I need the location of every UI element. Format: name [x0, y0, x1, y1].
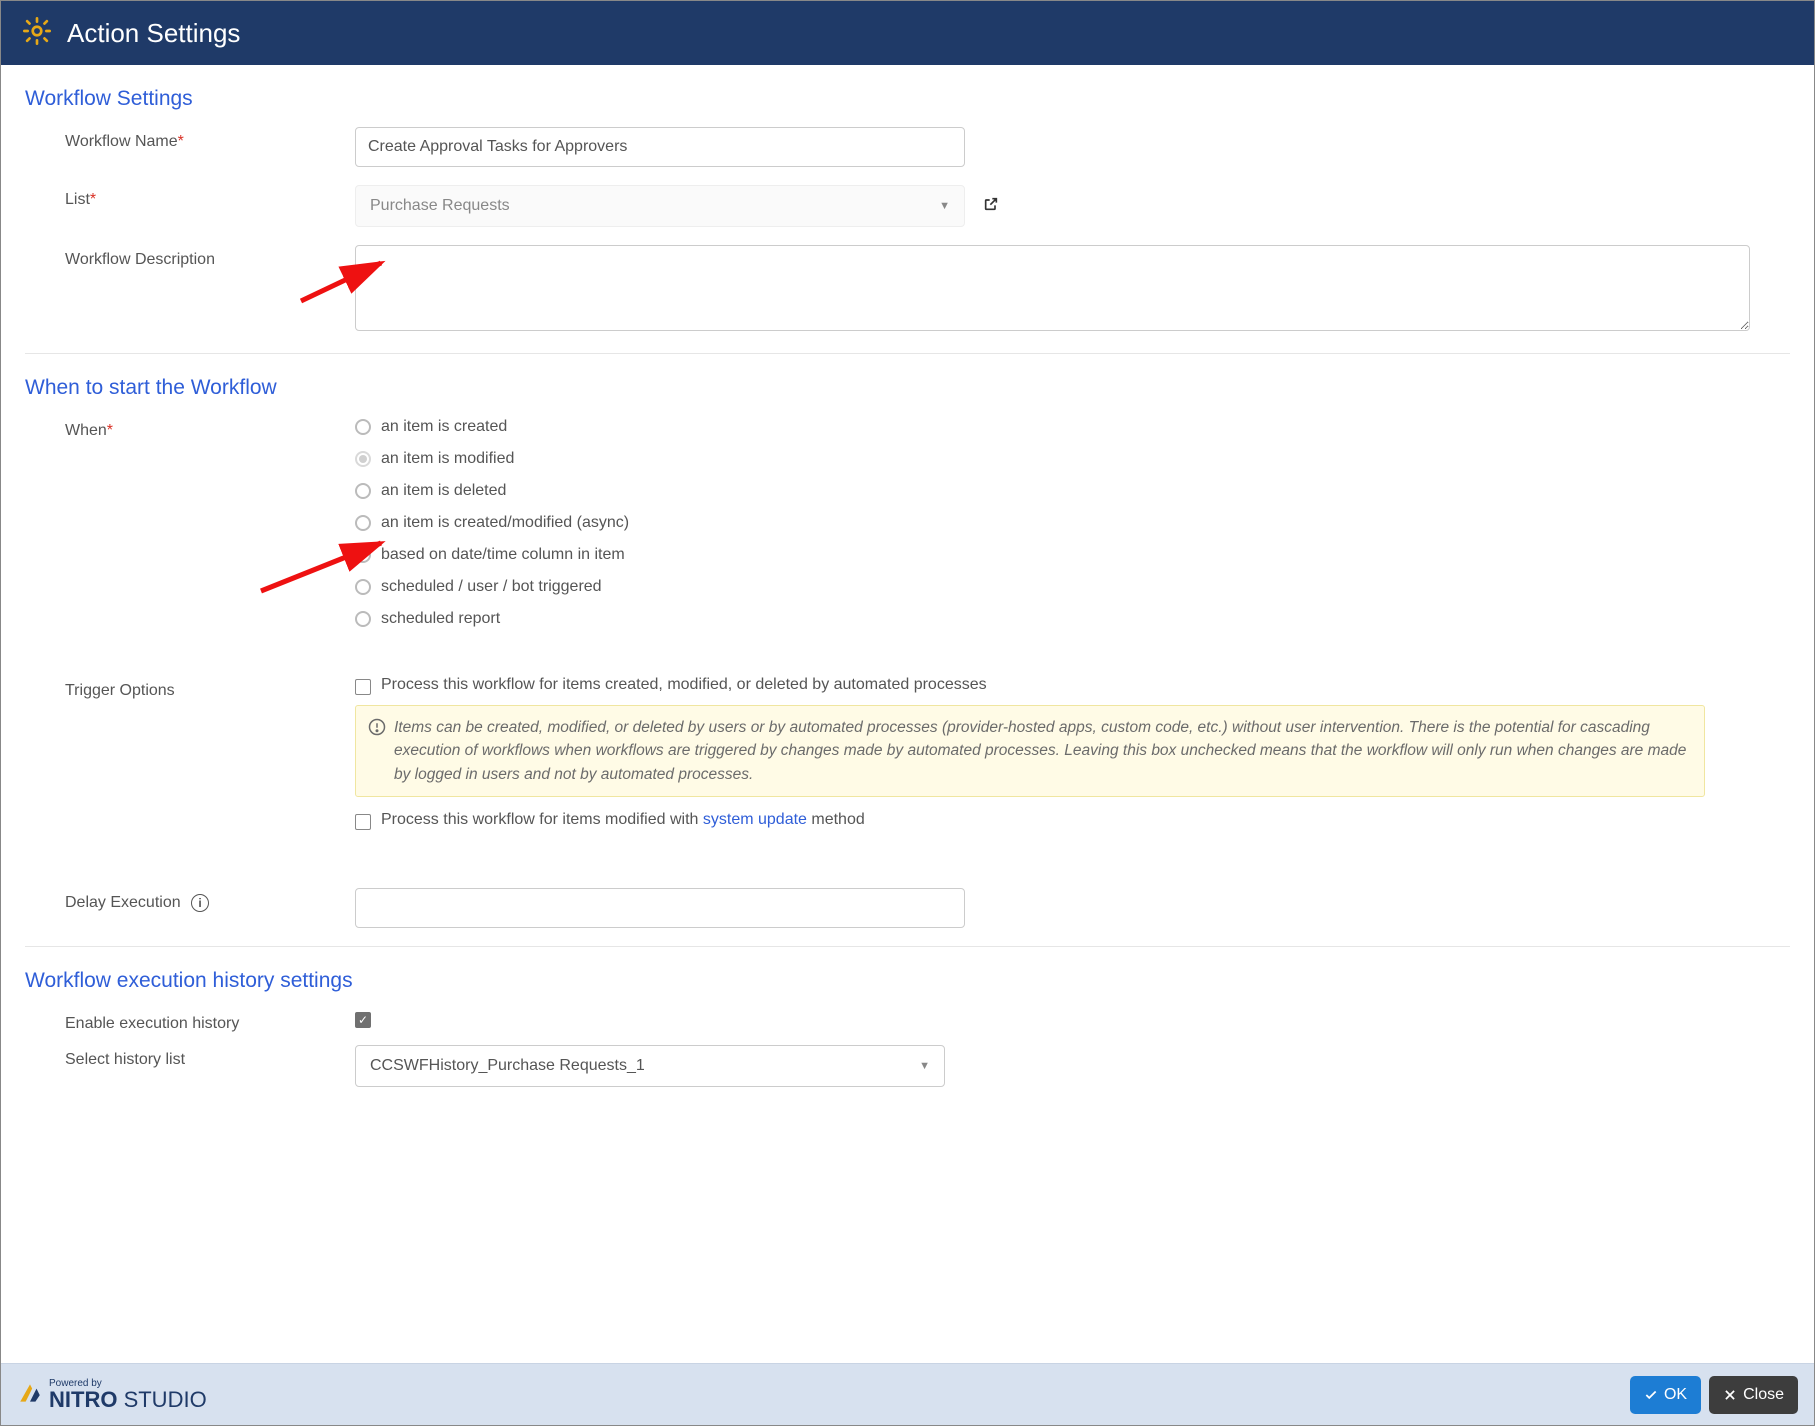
delay-execution-input[interactable]	[355, 888, 965, 928]
radio-label: based on date/time column in item	[381, 546, 625, 564]
radio-label: scheduled / user / bot triggered	[381, 578, 602, 596]
dialog-footer: Powered by NITRO STUDIO OK Close	[1, 1363, 1814, 1425]
label-select-history-list: Select history list	[25, 1045, 355, 1069]
dialog-body: Workflow Settings Workflow Name* List* P…	[1, 65, 1814, 1199]
section-title-start: When to start the Workflow	[25, 376, 1790, 400]
warning-box: Items can be created, modified, or delet…	[355, 705, 1705, 797]
radio-label: an item is created	[381, 418, 507, 436]
when-radio-2[interactable]: an item is deleted	[355, 482, 1790, 500]
brand-name: NITRO STUDIO	[49, 1389, 207, 1411]
radio-label: an item is created/modified (async)	[381, 514, 629, 532]
label-enable-history: Enable execution history	[25, 1009, 355, 1033]
label-trigger-options: Trigger Options	[25, 676, 355, 700]
info-icon[interactable]: i	[191, 894, 209, 912]
radio-icon	[355, 483, 371, 499]
section-title-workflow: Workflow Settings	[25, 87, 1790, 111]
divider	[25, 946, 1790, 947]
when-radio-5[interactable]: scheduled / user / bot triggered	[355, 578, 1790, 596]
ok-button[interactable]: OK	[1630, 1376, 1701, 1414]
warning-icon	[368, 718, 386, 786]
radio-icon	[355, 579, 371, 595]
label-workflow-description: Workflow Description	[25, 245, 355, 269]
external-link-icon[interactable]	[983, 196, 999, 217]
dialog-title: Action Settings	[67, 18, 240, 49]
process-system-update-checkbox[interactable]	[355, 814, 371, 830]
when-radio-3[interactable]: an item is created/modified (async)	[355, 514, 1790, 532]
radio-icon	[355, 451, 371, 467]
process-automated-checkbox[interactable]	[355, 679, 371, 695]
radio-icon	[355, 515, 371, 531]
process-system-update-label: Process this workflow for items modified…	[381, 811, 865, 829]
radio-icon	[355, 611, 371, 627]
system-update-link[interactable]: system update	[703, 811, 807, 828]
enable-history-checkbox[interactable]: ✓	[355, 1012, 371, 1028]
workflow-description-textarea[interactable]	[355, 245, 1750, 331]
chevron-down-icon: ▼	[919, 1060, 930, 1072]
section-title-history: Workflow execution history settings	[25, 969, 1790, 993]
close-button[interactable]: Close	[1709, 1376, 1798, 1414]
list-select[interactable]: Purchase Requests ▼	[355, 185, 965, 227]
brand: Powered by NITRO STUDIO	[17, 1379, 207, 1411]
radio-label: an item is modified	[381, 450, 514, 468]
chevron-down-icon: ▼	[939, 200, 950, 212]
radio-label: scheduled report	[381, 610, 500, 628]
when-radio-0[interactable]: an item is created	[355, 418, 1790, 436]
history-list-select[interactable]: CCSWFHistory_Purchase Requests_1 ▼	[355, 1045, 945, 1087]
radio-label: an item is deleted	[381, 482, 506, 500]
label-delay-execution: Delay Execution i	[25, 888, 355, 912]
warning-text: Items can be created, modified, or delet…	[394, 716, 1692, 786]
dialog-header: Action Settings	[1, 1, 1814, 65]
workflow-name-input[interactable]	[355, 127, 965, 167]
radio-icon	[355, 419, 371, 435]
brand-logo-icon	[17, 1380, 43, 1410]
gear-icon	[21, 15, 53, 51]
when-radio-1[interactable]: an item is modified	[355, 450, 1790, 468]
when-radio-list: an item is created an item is modified an …	[355, 416, 1790, 628]
label-workflow-name: Workflow Name*	[25, 127, 355, 151]
radio-icon	[355, 547, 371, 563]
when-radio-4[interactable]: based on date/time column in item	[355, 546, 1790, 564]
process-automated-label: Process this workflow for items created,…	[381, 676, 987, 694]
label-when: When*	[25, 416, 355, 440]
when-radio-6[interactable]: scheduled report	[355, 610, 1790, 628]
label-list: List*	[25, 185, 355, 209]
action-settings-dialog: Action Settings Workflow Settings Workfl…	[0, 0, 1815, 1426]
divider	[25, 353, 1790, 354]
